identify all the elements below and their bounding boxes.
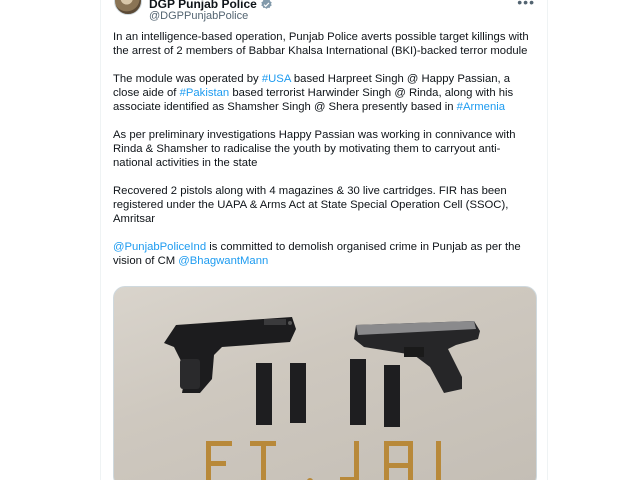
tweet-paragraph-1: In an intelligence-based operation, Punj… [113,31,529,57]
text-segment: The module was operated by [113,73,262,85]
tweet-paragraph-3: As per preliminary investigations Happy … [113,129,516,169]
tweet-text: In an intelligence-based operation, Punj… [113,30,538,268]
weapons-photo-illustration [164,317,480,480]
hashtag-pakistan-link[interactable]: #Pakistan [180,87,230,99]
hashtag-usa-link[interactable]: #USA [262,73,291,85]
hashtag-armenia-link[interactable]: #Armenia [457,101,505,113]
mention-bhagwantmann-link[interactable]: @BhagwantMann [178,255,268,267]
pistol-right [354,321,480,393]
pistol-left [164,317,296,393]
author-handle[interactable]: @DGPPunjabPolice [149,10,248,22]
tweet-paragraph-5: @PunjabPoliceInd is committed to demolis… [113,240,538,268]
magazines [256,359,400,427]
mention-punjabpoliceind-link[interactable]: @PunjabPoliceInd [113,241,206,253]
cartridge-letters [206,441,441,480]
tweet-paragraph-4: Recovered 2 pistols along with 4 magazin… [113,185,509,225]
verified-badge-icon [260,0,273,11]
avatar[interactable] [114,0,142,15]
tweet-card[interactable]: DGP Punjab Police @DGPPunjabPolice ••• I… [100,0,548,480]
tweet-paragraph-2: The module was operated by #USA based Ha… [113,72,538,114]
more-horizontal-icon[interactable]: ••• [517,0,535,10]
tweet-media-photo[interactable] [113,286,537,480]
